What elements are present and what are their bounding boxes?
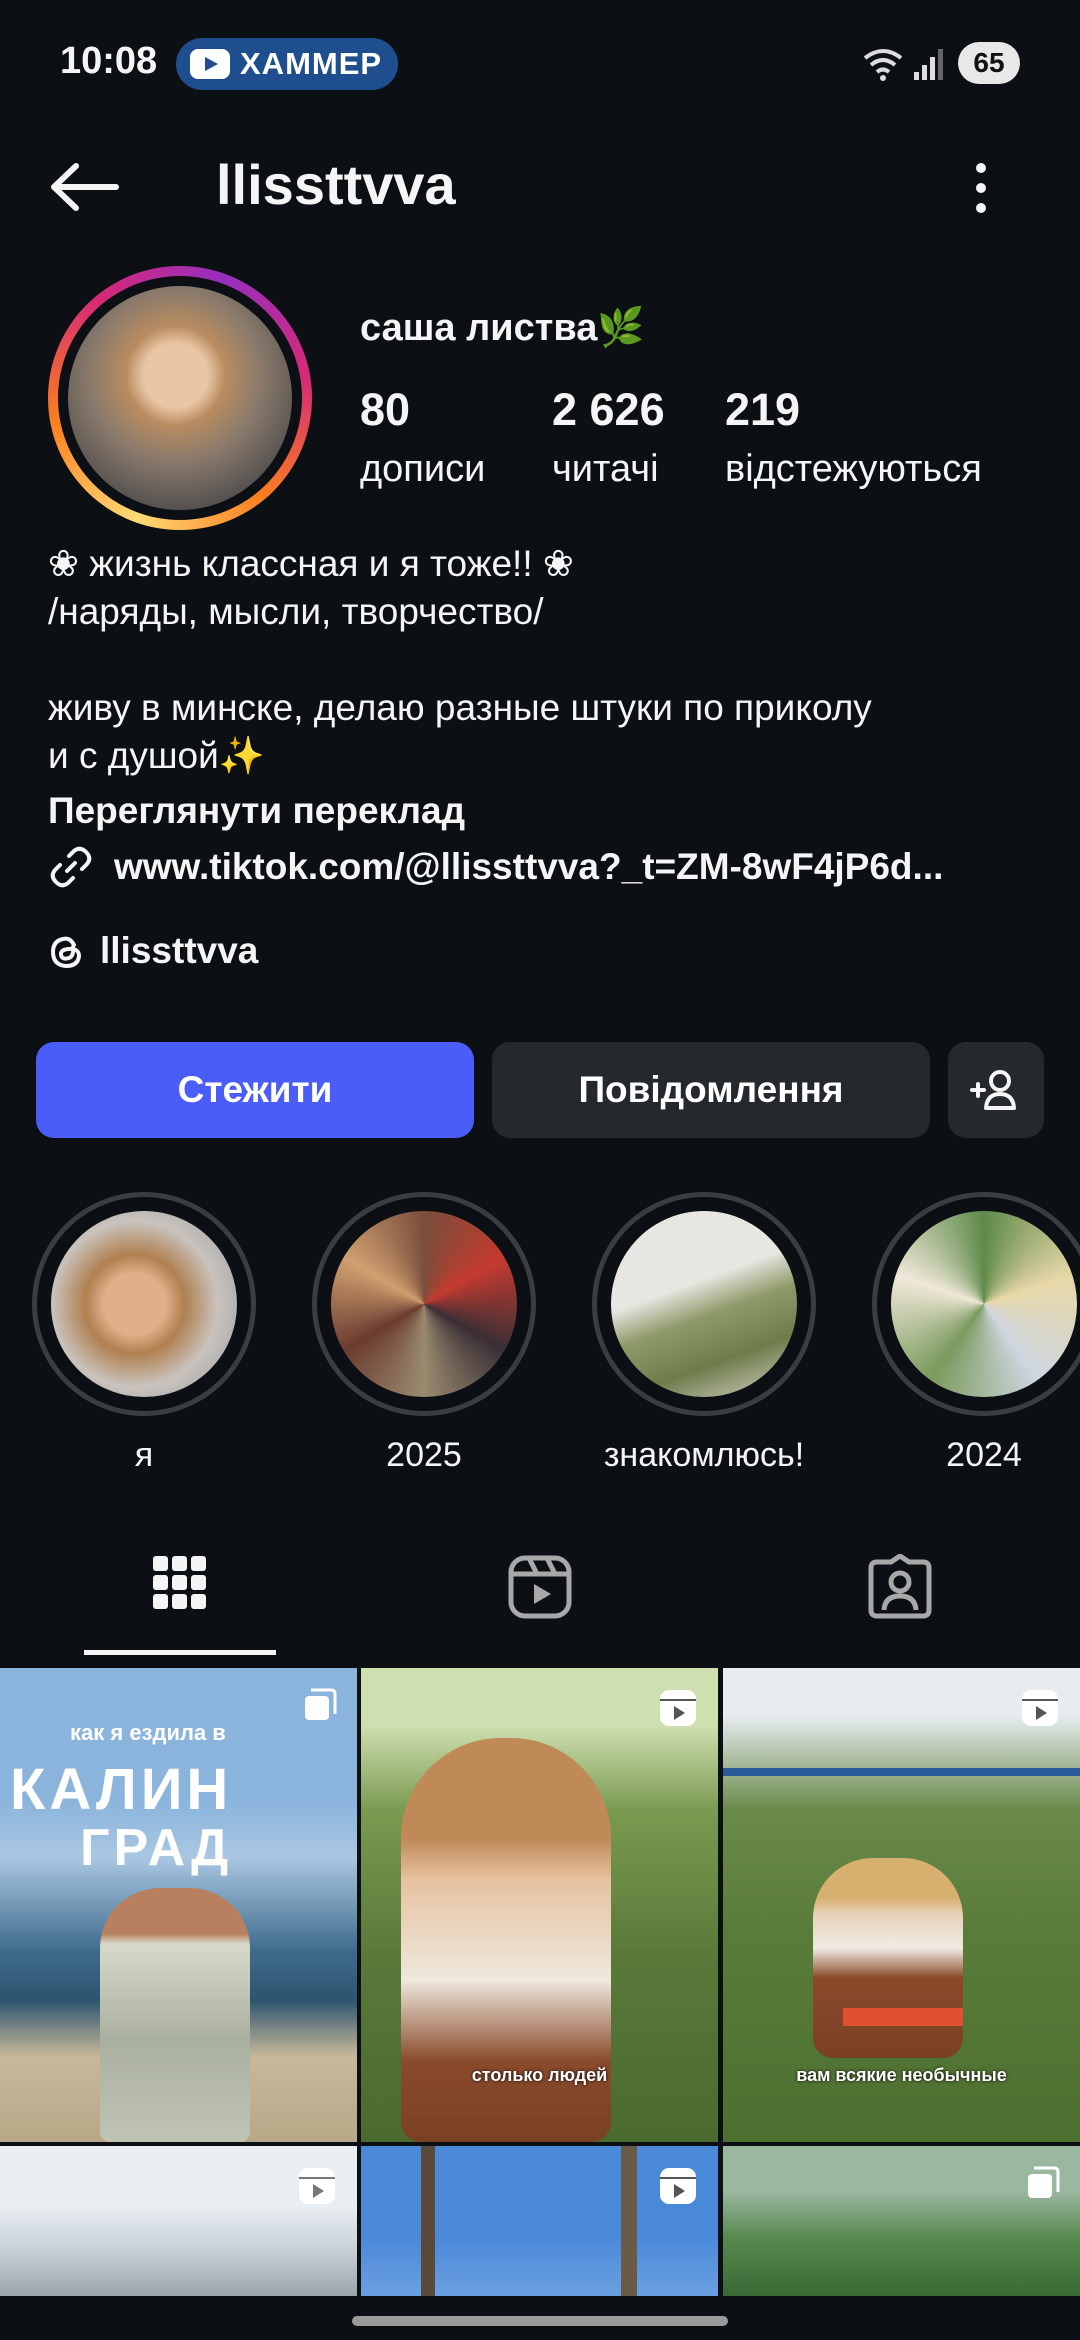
highlight-item[interactable]: 2025 — [312, 1192, 536, 1475]
message-button[interactable]: Повідомлення — [492, 1042, 930, 1138]
post-tile[interactable]: как я ездила в КАЛИН ГРАД — [0, 1668, 357, 2142]
tab-tagged[interactable] — [820, 1554, 980, 1654]
profile-bio: ❀ жизнь классная и я тоже!! ❀ /наряды, м… — [48, 540, 1038, 780]
highlight-label: 2024 — [946, 1436, 1022, 1474]
post-figure — [100, 1888, 250, 2142]
avatar — [68, 286, 292, 510]
reel-icon — [660, 1690, 696, 1726]
stat-value: 2 626 — [552, 384, 665, 435]
highlight-item[interactable]: знакомлюсь! — [592, 1192, 816, 1475]
bio-line: и с душой✨ — [48, 735, 265, 776]
post-tile[interactable]: вам всякие необычные — [723, 1668, 1080, 2142]
post-overlay-text: ГРАД — [80, 1819, 233, 1877]
suggested-users-button[interactable] — [948, 1042, 1044, 1138]
stat-followers[interactable]: 2 626 читачі — [552, 384, 665, 491]
bio-line: живу в минске, делаю разные штуки по при… — [48, 687, 872, 728]
highlight-label: знакомлюсь! — [603, 1436, 805, 1474]
swing-seat — [843, 2008, 963, 2026]
youtube-notification-pill[interactable]: ХАММЕР — [176, 38, 398, 90]
stat-label: читачі — [552, 448, 659, 490]
swing-bar — [723, 1768, 1080, 1776]
highlight-cover — [331, 1211, 517, 1397]
stat-posts[interactable]: 80 дописи — [360, 384, 485, 491]
highlight-item[interactable]: 2024 — [872, 1192, 1080, 1475]
display-name: саша листва🌿 — [360, 307, 645, 349]
threads-icon — [50, 936, 82, 969]
wifi-icon — [863, 49, 903, 81]
post-tile[interactable] — [0, 2146, 357, 2296]
status-time: 10:08 — [60, 40, 158, 82]
highlight-label: я — [134, 1436, 154, 1474]
threads-handle: llissttvva — [100, 930, 259, 971]
add-user-icon — [970, 1070, 1016, 1110]
reel-icon — [1022, 1690, 1058, 1726]
carousel-icon — [305, 1688, 337, 1720]
stat-label: відстежуються — [725, 448, 982, 490]
post-figure — [813, 1858, 963, 2058]
reel-icon — [299, 2168, 335, 2204]
youtube-icon — [190, 49, 230, 79]
reels-icon — [508, 1555, 572, 1619]
bio-line: /наряды, мысли, творчество/ — [48, 591, 544, 632]
back-arrow-icon[interactable] — [46, 162, 122, 212]
post-overlay-text: КАЛИН — [10, 1757, 233, 1822]
home-indicator[interactable] — [352, 2316, 728, 2326]
bio-line: ❀ жизнь классная и я тоже!! ❀ — [48, 543, 574, 584]
post-tile[interactable] — [723, 2146, 1080, 2296]
bio-line — [48, 636, 1038, 684]
carousel-icon — [1028, 2166, 1060, 2198]
tagged-user-icon — [868, 1554, 932, 1619]
reel-icon — [660, 2168, 696, 2204]
highlight-cover — [611, 1211, 797, 1397]
highlight-cover — [891, 1211, 1077, 1397]
tab-posts-grid[interactable] — [100, 1554, 260, 1654]
bio-link-text: www.tiktok.com/@llissttvva?_t=ZM-8wF4jP6… — [114, 846, 944, 887]
grid-icon — [153, 1556, 206, 1609]
bio-link[interactable]: www.tiktok.com/@llissttvva?_t=ZM-8wF4jP6… — [48, 844, 943, 890]
youtube-notification-text: ХАММЕР — [240, 46, 383, 81]
active-tab-indicator — [84, 1650, 276, 1655]
highlight-label: 2025 — [386, 1436, 462, 1474]
threads-link[interactable]: llissttvva — [48, 930, 258, 972]
profile-header: llissttvva — [0, 140, 1080, 236]
tab-reels[interactable] — [460, 1554, 620, 1654]
more-options-icon[interactable] — [966, 160, 996, 216]
status-bar: 10:08 ХАММЕР 65 — [0, 0, 1080, 126]
see-translation-link[interactable]: Переглянути переклад — [48, 790, 465, 832]
stat-following[interactable]: 219 відстежуються — [725, 384, 982, 491]
post-caption: столько людей — [471, 2065, 608, 2085]
story-ring[interactable] — [48, 266, 312, 530]
profile-tabs — [0, 1540, 1080, 1660]
link-icon — [50, 846, 92, 888]
highlight-cover — [51, 1211, 237, 1397]
post-tile[interactable] — [361, 2146, 718, 2296]
highlight-item[interactable]: я — [32, 1192, 256, 1475]
battery-indicator: 65 — [958, 42, 1020, 84]
follow-button[interactable]: Стежити — [36, 1042, 474, 1138]
post-tile[interactable]: столько людей — [361, 1668, 718, 2142]
stat-value: 80 — [360, 384, 411, 435]
stat-value: 219 — [725, 384, 801, 435]
post-caption: вам всякие необычные — [796, 2065, 1007, 2085]
profile-username: llissttvva — [216, 153, 456, 216]
stat-label: дописи — [360, 448, 486, 490]
post-overlay-text: как я ездила в — [70, 1720, 226, 1745]
signal-icon — [914, 49, 943, 80]
